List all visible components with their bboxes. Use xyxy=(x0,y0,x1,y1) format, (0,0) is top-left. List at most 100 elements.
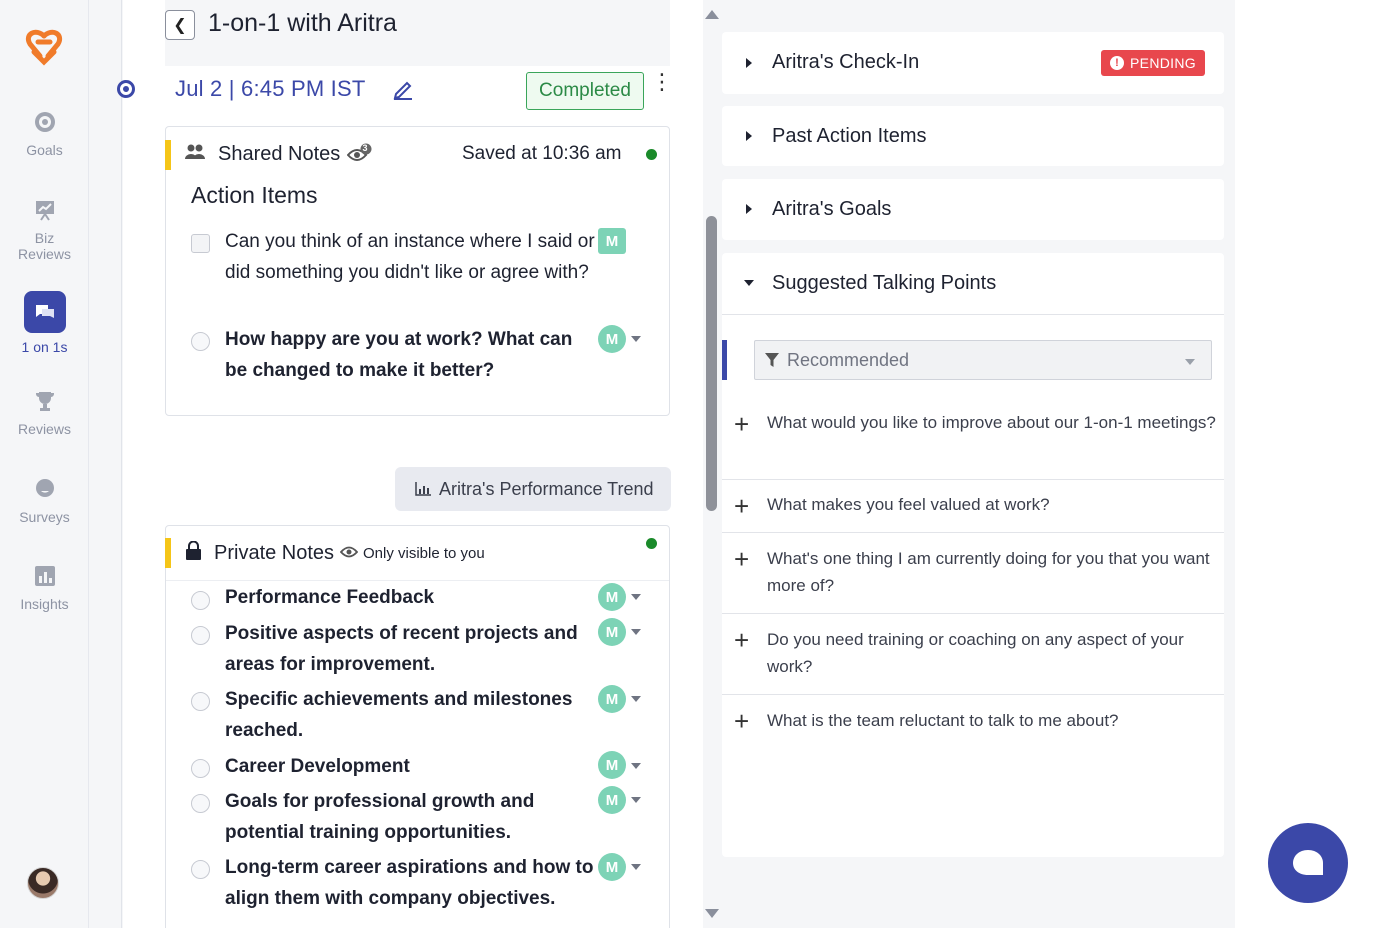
back-button[interactable]: ❮ xyxy=(165,10,195,40)
checkin-accordion[interactable]: Aritra's Check-In ! PENDING xyxy=(722,32,1224,94)
page-margin xyxy=(1235,0,1373,928)
bar-chart-icon xyxy=(34,566,55,586)
suggested-talking-point[interactable]: + Do you need training or coaching on an… xyxy=(722,614,1224,695)
add-icon[interactable]: + xyxy=(734,546,749,572)
note-radio[interactable] xyxy=(191,860,210,879)
assignee-avatar[interactable]: M xyxy=(598,583,626,611)
add-icon[interactable]: + xyxy=(734,411,749,437)
chat-bubbles-icon xyxy=(35,305,54,318)
add-icon[interactable]: + xyxy=(734,627,749,653)
sidebar-item-1-on-1s[interactable]: 1 on 1s xyxy=(0,291,89,355)
talking-point-text: What is the team reluctant to talk to me… xyxy=(767,711,1119,730)
talking-points-title[interactable]: Suggested Talking Points xyxy=(772,272,996,295)
assignee-avatar[interactable]: M xyxy=(598,325,626,353)
note-text[interactable]: Goals for professional growth and potent… xyxy=(225,786,595,848)
sidebar-item-surveys[interactable]: Surveys xyxy=(0,477,89,525)
filter-funnel-icon xyxy=(765,353,779,367)
online-status-dot xyxy=(646,149,657,160)
talking-point-text: What's one thing I am currently doing fo… xyxy=(767,549,1210,595)
talking-point-radio[interactable] xyxy=(191,332,210,351)
note-text[interactable]: Specific achievements and milestones rea… xyxy=(225,684,595,746)
pending-badge: ! PENDING xyxy=(1101,50,1205,76)
sidebar-item-reviews[interactable]: Reviews xyxy=(0,389,89,437)
talking-point-text[interactable]: How happy are you at work? What can be c… xyxy=(225,324,595,386)
suggested-talking-point[interactable]: + What makes you feel valued at work? xyxy=(722,480,1224,533)
caret-down-icon[interactable] xyxy=(631,797,641,803)
past-action-items-accordion[interactable]: Past Action Items xyxy=(722,106,1224,166)
caret-down-icon[interactable] xyxy=(631,864,641,870)
presentation-chart-icon xyxy=(35,201,54,221)
notes-accent-bar xyxy=(165,140,171,170)
chat-bubble-icon xyxy=(1293,850,1323,875)
meeting-date[interactable]: Jul 2 | 6:45 PM IST xyxy=(175,76,365,102)
pending-label: PENDING xyxy=(1130,55,1196,71)
eye-icon xyxy=(340,546,358,558)
sidebar-item-label: Biz Reviews xyxy=(18,230,71,262)
recommended-filter-select[interactable]: Recommended xyxy=(754,340,1212,380)
private-notes-title: Private Notes xyxy=(214,542,335,564)
divider xyxy=(166,580,669,581)
more-options-icon[interactable]: ⋮ xyxy=(651,71,673,103)
pencil-icon[interactable] xyxy=(392,78,414,100)
note-text[interactable]: Career Development xyxy=(225,751,595,782)
talking-point-text: Do you need training or coaching on any … xyxy=(767,630,1184,676)
timeline-dot xyxy=(117,80,135,98)
chat-support-button[interactable] xyxy=(1268,823,1348,903)
assignee-avatar[interactable]: M xyxy=(598,786,626,814)
suggested-talking-point[interactable]: + What's one thing I am currently doing … xyxy=(722,533,1224,614)
performance-trend-button[interactable]: Aritra's Performance Trend xyxy=(395,467,671,511)
status-completed-button[interactable]: Completed xyxy=(526,72,644,110)
assignee-avatar[interactable]: M xyxy=(598,618,626,646)
lock-icon xyxy=(186,541,201,560)
assignee-avatar[interactable]: M xyxy=(598,853,626,881)
scrollbar-thumb[interactable] xyxy=(706,216,717,511)
scroll-up-arrow-icon[interactable] xyxy=(705,10,719,19)
divider xyxy=(722,314,1224,315)
add-icon[interactable]: + xyxy=(734,708,749,734)
user-avatar[interactable] xyxy=(27,867,59,899)
add-icon[interactable]: + xyxy=(734,493,749,519)
visibility-note: Only visible to you xyxy=(363,545,485,562)
assignee-avatar[interactable]: M xyxy=(598,228,626,254)
chevron-left-icon: ❮ xyxy=(173,17,187,34)
survey-bubble-icon xyxy=(35,479,54,497)
sidebar-item-biz-reviews[interactable]: Biz Reviews xyxy=(0,198,89,262)
timeline-line xyxy=(121,0,122,928)
caret-down-icon[interactable] xyxy=(744,280,754,286)
note-text[interactable]: Performance Feedback xyxy=(225,582,595,613)
caret-down-icon[interactable] xyxy=(631,696,641,702)
caret-right-icon xyxy=(746,58,752,68)
goals-accordion[interactable]: Aritra's Goals xyxy=(722,179,1224,240)
note-radio[interactable] xyxy=(191,759,210,778)
note-radio[interactable] xyxy=(191,794,210,813)
viewers-eye-icon[interactable] xyxy=(347,143,373,163)
app-logo-icon[interactable] xyxy=(22,28,66,68)
caret-down-icon[interactable] xyxy=(631,629,641,635)
note-text[interactable]: Positive aspects of recent projects and … xyxy=(225,618,595,680)
performance-trend-label: Aritra's Performance Trend xyxy=(439,478,654,499)
scroll-down-arrow-icon[interactable] xyxy=(705,909,719,918)
suggested-talking-point[interactable]: + What would you like to improve about o… xyxy=(722,400,1224,480)
checkin-title: Aritra's Check-In xyxy=(772,51,920,73)
action-item-text[interactable]: Can you think of an instance where I sai… xyxy=(225,226,595,288)
suggested-talking-point[interactable]: + What is the team reluctant to talk to … xyxy=(722,695,1224,748)
note-text[interactable]: Long-term career aspirations and how to … xyxy=(225,852,600,914)
bar-chart-icon xyxy=(415,482,431,496)
shared-notes-title: Shared Notes xyxy=(218,143,341,165)
caret-down-icon[interactable] xyxy=(631,763,641,769)
caret-down-icon[interactable] xyxy=(631,594,641,600)
sidebar-item-goals[interactable]: Goals xyxy=(0,110,89,158)
assignee-avatar[interactable]: M xyxy=(598,685,626,713)
caret-right-icon xyxy=(746,131,752,141)
action-items-heading: Action Items xyxy=(191,182,318,208)
sidebar-item-insights[interactable]: Insights xyxy=(0,564,89,612)
caret-down-icon[interactable] xyxy=(631,336,641,342)
assignee-avatar[interactable]: M xyxy=(598,751,626,779)
action-item-checkbox[interactable] xyxy=(191,234,210,253)
note-radio[interactable] xyxy=(191,626,210,645)
saved-status: Saved at 10:36 am xyxy=(462,143,622,164)
note-radio[interactable] xyxy=(191,591,210,610)
past-action-items-title: Past Action Items xyxy=(772,125,927,147)
trophy-icon xyxy=(35,392,54,411)
note-radio[interactable] xyxy=(191,692,210,711)
